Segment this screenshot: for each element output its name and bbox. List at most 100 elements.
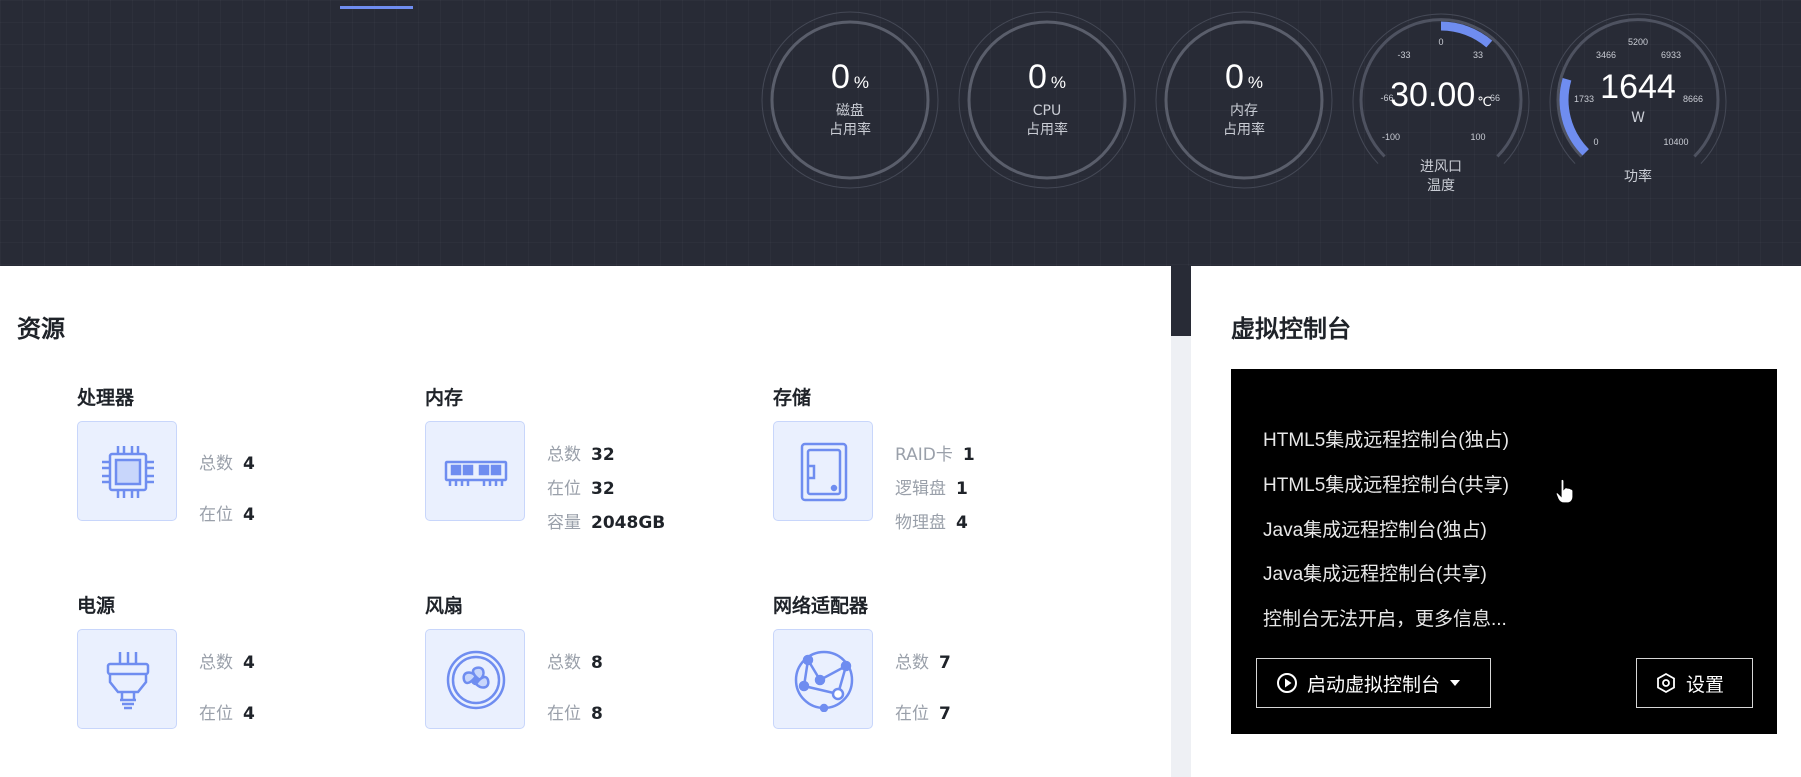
- power-supply-icon: [77, 629, 177, 729]
- power-unit: W: [1631, 110, 1645, 126]
- power-tick-3: 3466: [1595, 50, 1617, 60]
- stat-value: 7: [939, 653, 951, 673]
- html5-console-exclusive-link[interactable]: HTML5集成远程控制台(独占): [1263, 425, 1509, 452]
- stat-label: 总数: [895, 653, 929, 673]
- disk-usage-gauge: 0% 磁盘占用率: [760, 10, 940, 190]
- stat-value: 4: [243, 704, 255, 724]
- resource-name: 存储: [773, 387, 812, 409]
- resource-name: 内存: [425, 387, 464, 409]
- memory-usage-sublabel: 占用率: [1223, 122, 1265, 138]
- power-tick-5: 6933: [1660, 50, 1682, 60]
- stat-value: 8: [591, 653, 603, 673]
- caret-down-icon: [1450, 680, 1461, 686]
- resource-fan[interactable]: 风扇 总数 8 在位 8: [425, 591, 755, 751]
- play-icon: [1277, 673, 1297, 693]
- cpu-usage-unit: %: [1050, 73, 1067, 92]
- disk-usage-label: 磁盘: [836, 103, 864, 119]
- temp-tick-5: 33: [1472, 50, 1484, 60]
- settings-button-label: 设置: [1686, 673, 1725, 696]
- temperature-unit: ℃: [1477, 94, 1492, 109]
- hand-cursor-icon: [1556, 478, 1574, 504]
- stat-label: 物理盘: [895, 513, 946, 533]
- temperature-sublabel: 温度: [1427, 178, 1455, 194]
- stat-label: 在位: [199, 704, 233, 724]
- gear-icon: [1657, 672, 1675, 694]
- stat-label: 在位: [547, 479, 581, 499]
- java-console-shared-link[interactable]: Java集成远程控制台(共享): [1263, 559, 1487, 586]
- launch-virtual-console-button[interactable]: 启动虚拟控制台: [1256, 658, 1491, 708]
- console-help-link[interactable]: 控制台无法开启，更多信息...: [1263, 604, 1507, 631]
- power-tick-4: 5200: [1627, 37, 1649, 47]
- stat-value: 4: [956, 513, 968, 533]
- resource-name: 处理器: [77, 387, 135, 409]
- stat-label: 逻辑盘: [895, 479, 946, 499]
- cpu-usage-label: CPU: [1032, 103, 1062, 119]
- cpu-usage-gauge: 0% CPU 占用率: [957, 10, 1137, 190]
- disk-usage-unit: %: [853, 73, 870, 92]
- resource-name: 风扇: [425, 595, 464, 617]
- launch-button-label: 启动虚拟控制台: [1307, 673, 1441, 696]
- temperature-label: 进风口: [1420, 159, 1462, 175]
- disk-usage-sublabel: 占用率: [829, 122, 871, 138]
- temp-tick-max: 100: [1470, 132, 1486, 142]
- temp-tick-min: -100: [1381, 132, 1401, 142]
- panel-divider: [1171, 266, 1191, 336]
- network-adapter-icon: [773, 629, 873, 729]
- stat-value: 1: [956, 479, 968, 499]
- power-gauge: 0 1733 3466 5200 6933 8666 10400 1644 W …: [1548, 10, 1728, 190]
- stat-value: 8: [591, 704, 603, 724]
- stat-label: 在位: [895, 704, 929, 724]
- stat-label: 总数: [547, 653, 581, 673]
- temperature-value: 30.00: [1390, 76, 1476, 114]
- power-label: 功率: [1624, 169, 1652, 185]
- stat-value: 4: [243, 454, 255, 474]
- memory-usage-label: 内存: [1230, 103, 1258, 119]
- virtual-console-box: HTML5集成远程控制台(独占) HTML5集成远程控制台(共享) Java集成…: [1231, 369, 1777, 734]
- stat-label: 总数: [547, 445, 581, 465]
- stat-value: 1: [962, 445, 975, 465]
- power-tick-max: 10400: [1663, 137, 1689, 147]
- stat-label: 总数: [199, 653, 233, 673]
- cpu-usage-sublabel: 占用率: [1026, 122, 1068, 138]
- resources-panel: 资源 处理器 总数 4 在位 4 内存 总数 32 在位 32 容量 2048G…: [0, 266, 1171, 777]
- resource-power-supply[interactable]: 电源 总数 4 在位 4: [77, 591, 407, 751]
- stat-label: 容量: [547, 513, 581, 533]
- inlet-temperature-gauge: -100 -66 -33 0 33 66 100 30.00 ℃ 进风口 温度: [1351, 10, 1531, 194]
- settings-button[interactable]: 设置: [1636, 658, 1753, 708]
- java-console-exclusive-link[interactable]: Java集成远程控制台(独占): [1263, 515, 1487, 542]
- memory-icon: [425, 421, 525, 521]
- stat-value: 7: [939, 704, 951, 724]
- stat-value: 32: [591, 479, 615, 499]
- resources-title: 资源: [17, 315, 65, 343]
- fan-icon: [425, 629, 525, 729]
- virtual-console-title: 虚拟控制台: [1231, 315, 1351, 343]
- storage-icon: [773, 421, 873, 521]
- temp-tick-4: 0: [1438, 37, 1444, 47]
- cpu-usage-value: 0: [1027, 58, 1047, 96]
- temp-tick-3: -33: [1397, 50, 1411, 60]
- stat-label: RAID卡: [895, 445, 953, 465]
- resource-storage[interactable]: 存储 RAID卡 1 逻辑盘 1 物理盘 4: [773, 383, 1103, 543]
- resource-name: 网络适配器: [773, 595, 869, 617]
- stat-value: 32: [591, 445, 615, 465]
- stat-label: 总数: [199, 454, 233, 474]
- resource-memory[interactable]: 内存 总数 32 在位 32 容量 2048GB: [425, 383, 755, 543]
- resource-processor[interactable]: 处理器 总数 4 在位 4: [77, 383, 407, 543]
- stat-value: 2048GB: [591, 513, 666, 533]
- processor-icon: [77, 421, 177, 521]
- stat-value: 4: [243, 653, 255, 673]
- status-header: 0% 磁盘 占用率 0% CPU 占用率 0% 内存 占用率 -100 -66 -33…: [0, 0, 1801, 266]
- html5-console-shared-link[interactable]: HTML5集成远程控制台(共享): [1263, 470, 1509, 497]
- disk-usage-value: 0: [830, 58, 850, 96]
- resource-network-adapter[interactable]: 网络适配器 总数 7 在位 7: [773, 591, 1103, 751]
- memory-usage-unit: %: [1247, 73, 1264, 92]
- resource-name: 电源: [77, 595, 116, 617]
- memory-usage-value: 0: [1224, 58, 1244, 96]
- stat-value: 4: [243, 505, 255, 525]
- memory-usage-gauge: 0% 内存占用率: [1154, 10, 1334, 190]
- power-tick-min: 0: [1593, 137, 1599, 147]
- active-tab-indicator: [340, 6, 413, 9]
- power-value: 1644: [1600, 68, 1676, 106]
- stat-label: 在位: [199, 505, 233, 525]
- stat-label: 在位: [547, 704, 581, 724]
